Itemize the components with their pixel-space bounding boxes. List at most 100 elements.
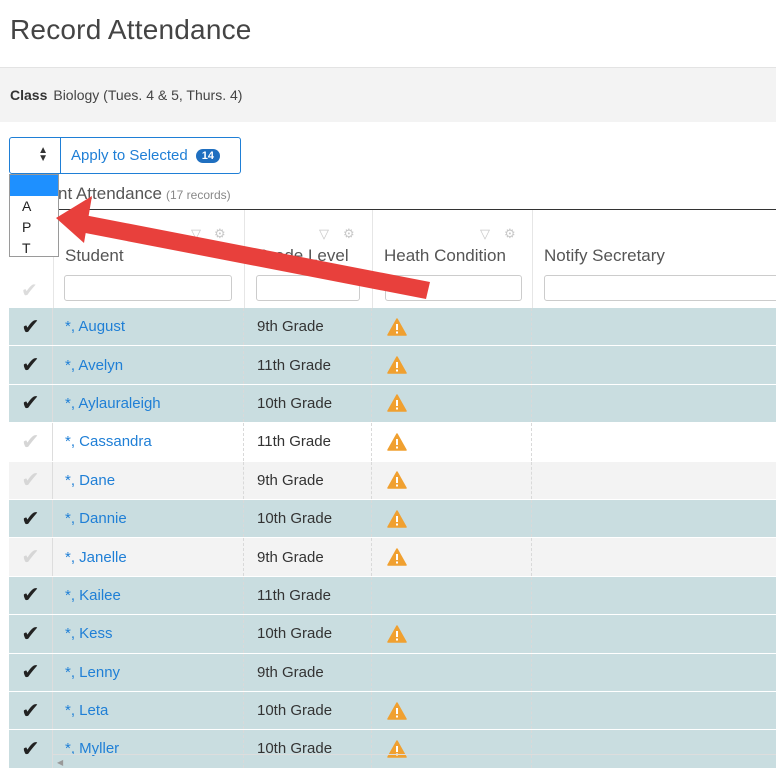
warning-icon[interactable] [387, 433, 407, 451]
student-name-link[interactable]: *, Kailee [54, 576, 244, 615]
student-name-link[interactable]: *, Kess [54, 615, 244, 653]
row-check-icon[interactable]: ✔ [9, 538, 53, 576]
warning-icon[interactable] [387, 509, 407, 528]
table-row[interactable]: ✔ *, Cassandra 11th Grade [9, 423, 776, 462]
grade-level-cell: 10th Grade [245, 384, 372, 423]
table-row[interactable]: ✔ *, Janelle 9th Grade [9, 538, 776, 577]
warning-icon[interactable] [387, 625, 407, 643]
dropdown-option-a[interactable]: A [10, 196, 58, 217]
filter-icon[interactable]: ▽ [480, 226, 490, 242]
grade-level-cell: 9th Grade [245, 461, 372, 499]
row-check-icon[interactable]: ✔ [9, 730, 53, 768]
table-row[interactable]: ✔ *, Leta 10th Grade [9, 691, 776, 731]
row-check-icon[interactable]: ✔ [9, 423, 53, 461]
student-name-link[interactable]: *, Avelyn [54, 346, 244, 384]
table-row[interactable]: ✔ *, Lenny 9th Grade [9, 653, 776, 692]
notify-secretary-cell[interactable] [533, 538, 776, 575]
notify-secretary-cell[interactable] [533, 346, 776, 383]
student-name-link[interactable]: *, Leta [54, 691, 244, 730]
notify-secretary-cell[interactable] [533, 577, 776, 614]
notify-secretary-cell[interactable] [533, 615, 776, 652]
row-check-icon[interactable]: ✔ [9, 653, 53, 691]
page-title: Record Attendance [10, 14, 252, 45]
health-condition-cell [373, 538, 532, 576]
warning-icon[interactable] [387, 356, 407, 374]
header-health-column: ▽ ⚙ Heath Condition [373, 210, 533, 308]
student-name-link[interactable]: *, Dane [54, 461, 244, 499]
row-check-icon[interactable]: ✔ [9, 346, 53, 384]
class-info-bar: Class Biology (Tues. 4 & 5, Thurs. 4) [0, 68, 776, 122]
table-row[interactable]: ✔ *, Dannie 10th Grade [9, 499, 776, 539]
apply-to-selected-button[interactable]: Apply to Selected 14 [60, 137, 241, 174]
notify-secretary-cell[interactable] [533, 654, 776, 691]
notify-secretary-cell[interactable] [533, 462, 776, 499]
student-name-link[interactable]: *, Lenny [54, 653, 244, 691]
table-row[interactable]: ✔ *, Dane 9th Grade [9, 461, 776, 500]
gear-icon[interactable]: ⚙ [504, 226, 516, 242]
health-condition-cell [373, 461, 532, 499]
warning-icon[interactable] [387, 471, 407, 489]
filter-icon[interactable]: ▽ [319, 226, 329, 242]
scroll-left-arrow-icon[interactable]: ◀ [57, 758, 63, 767]
row-check-icon[interactable]: ✔ [9, 499, 53, 538]
up-down-arrows-icon: ▲ ▼ [38, 145, 48, 164]
grade-level-cell: 9th Grade [245, 308, 372, 346]
gear-icon[interactable]: ⚙ [343, 226, 355, 242]
health-condition-cell [373, 691, 532, 730]
notify-secretary-cell[interactable] [533, 500, 776, 537]
student-name-link[interactable]: *, Janelle [54, 538, 244, 576]
warning-icon[interactable] [387, 317, 407, 336]
grade-level-cell: 9th Grade [245, 538, 372, 576]
student-column-title[interactable]: Student [65, 246, 124, 266]
warning-icon[interactable] [387, 548, 407, 566]
grade-filter-input[interactable] [256, 275, 360, 301]
grade-column-title[interactable]: Grade Level [256, 246, 349, 266]
row-check-icon[interactable]: ✔ [9, 308, 53, 346]
notify-secretary-cell[interactable] [533, 385, 776, 422]
notify-column-title[interactable]: Notify Secretary [544, 246, 665, 266]
horizontal-scrollbar[interactable] [53, 754, 776, 770]
student-name-link[interactable]: *, Cassandra [54, 423, 244, 461]
attendance-grid: ✔ ▽ ⚙ Student ▽ ⚙ Grade Level ▽ ⚙ Heath … [9, 210, 776, 770]
student-name-link[interactable]: *, Dannie [54, 499, 244, 538]
grade-level-cell: 11th Grade [245, 346, 372, 384]
table-row[interactable]: ✔ *, August 9th Grade [9, 308, 776, 347]
notify-filter-input[interactable] [544, 275, 776, 301]
row-check-icon[interactable]: ✔ [9, 691, 53, 730]
student-name-link[interactable]: *, August [54, 308, 244, 346]
health-column-title[interactable]: Heath Condition [384, 246, 506, 266]
table-row[interactable]: ✔ *, Kess 10th Grade [9, 615, 776, 654]
table-row[interactable]: ✔ *, Aylauraleigh 10th Grade [9, 384, 776, 424]
student-name-link[interactable]: *, Aylauraleigh [54, 384, 244, 423]
student-filter-input[interactable] [64, 275, 232, 301]
notify-secretary-cell[interactable] [533, 423, 776, 460]
warning-icon[interactable] [387, 394, 407, 413]
health-condition-cell [373, 384, 532, 423]
row-check-icon[interactable]: ✔ [9, 461, 53, 499]
health-condition-cell [373, 653, 532, 691]
dropdown-option-t[interactable]: T [10, 238, 58, 259]
status-select[interactable]: ▲ ▼ [9, 137, 61, 174]
header-notify-column: Notify Secretary [533, 210, 776, 308]
table-row[interactable]: ✔ *, Kailee 11th Grade [9, 576, 776, 616]
filter-icon[interactable]: ▽ [191, 226, 201, 242]
notify-secretary-cell[interactable] [533, 308, 776, 345]
dropdown-option-blank[interactable] [10, 175, 58, 196]
row-check-icon[interactable]: ✔ [9, 576, 53, 615]
class-value: Biology (Tues. 4 & 5, Thurs. 4) [53, 87, 243, 103]
class-label: Class [10, 87, 48, 103]
gear-icon[interactable]: ⚙ [214, 226, 226, 242]
grade-level-cell: 10th Grade [245, 499, 372, 538]
health-condition-cell [373, 499, 532, 538]
section-title: nt Attendance (17 records) [58, 184, 231, 204]
row-check-icon[interactable]: ✔ [9, 384, 53, 423]
table-row[interactable]: ✔ *, Avelyn 11th Grade [9, 346, 776, 385]
notify-secretary-cell[interactable] [533, 692, 776, 729]
dropdown-option-p[interactable]: P [10, 217, 58, 238]
row-check-icon[interactable]: ✔ [9, 615, 53, 653]
status-dropdown-menu: A P T [9, 174, 59, 257]
health-filter-input[interactable] [385, 275, 522, 301]
grade-level-cell: 11th Grade [245, 576, 372, 615]
warning-icon[interactable] [387, 701, 407, 720]
select-all-check-icon[interactable]: ✔ [21, 278, 38, 303]
